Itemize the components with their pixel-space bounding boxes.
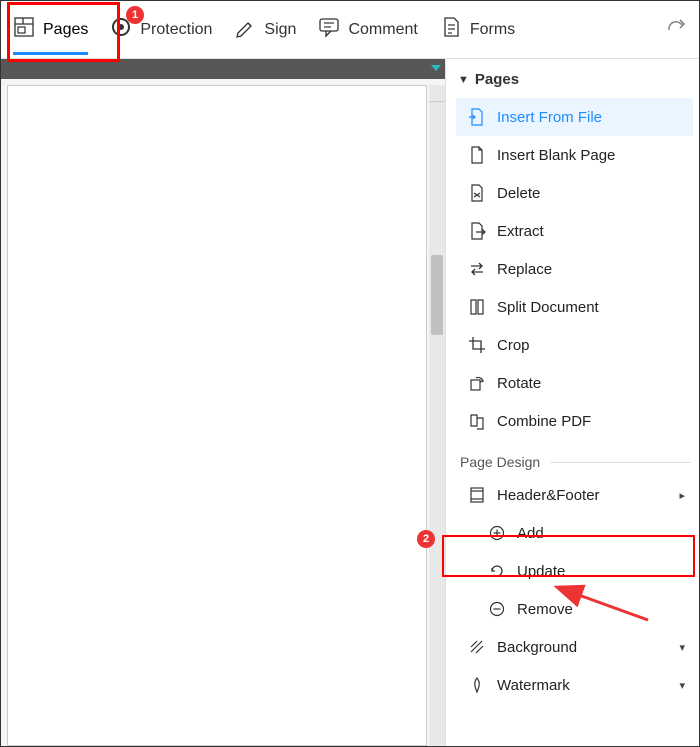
menu-extract[interactable]: Extract: [456, 212, 693, 250]
menu-crop[interactable]: Crop: [456, 326, 693, 364]
menu-insert-from-file[interactable]: Insert From File: [456, 98, 693, 136]
tab-forms-label: Forms: [470, 21, 515, 39]
rotate-icon: [468, 374, 486, 392]
redo-icon: [665, 16, 687, 43]
submenu-label: Add: [517, 525, 544, 542]
chevron-down-icon: ▼: [458, 74, 469, 86]
insert-file-icon: [468, 108, 486, 126]
scrollbar-vertical[interactable]: [429, 85, 445, 746]
chevron-down-icon: ▾: [679, 679, 685, 692]
tab-comment[interactable]: Comment: [318, 16, 417, 43]
menu-label: Split Document: [497, 299, 599, 316]
replace-icon: [468, 260, 486, 278]
menu-split[interactable]: Split Document: [456, 288, 693, 326]
watermark-icon: [468, 676, 486, 694]
tab-protection-label: Protection: [140, 21, 212, 39]
remove-icon: [488, 600, 506, 618]
document-viewport: [1, 79, 445, 746]
panel-title: Pages: [475, 71, 519, 88]
section-page-design: Page Design: [456, 440, 693, 476]
split-icon: [468, 298, 486, 316]
menu-rotate[interactable]: Rotate: [456, 364, 693, 402]
menu-combine[interactable]: Combine PDF: [456, 402, 693, 440]
menu-watermark[interactable]: Watermark ▾: [456, 666, 693, 704]
redo-button[interactable]: [665, 16, 687, 43]
update-icon: [488, 562, 506, 580]
tab-protection[interactable]: Protection: [110, 16, 212, 43]
document-tabbar[interactable]: [1, 59, 445, 79]
tab-forms[interactable]: Forms: [440, 16, 515, 43]
tab-sign[interactable]: Sign: [234, 16, 296, 43]
menu-label: Combine PDF: [497, 413, 591, 430]
blank-page-icon: [468, 146, 486, 164]
menu-background[interactable]: Background ▾: [456, 628, 693, 666]
menu-label: Extract: [497, 223, 544, 240]
comment-icon: [318, 16, 340, 43]
menu-label: Rotate: [497, 375, 541, 392]
tab-sign-label: Sign: [264, 21, 296, 39]
tab-pages[interactable]: Pages: [13, 16, 88, 43]
sign-icon: [234, 16, 256, 43]
submenu-label: Remove: [517, 601, 573, 618]
document-page[interactable]: [7, 85, 427, 746]
side-panel-pages: ▼ Pages Insert From File Insert Blank Pa…: [445, 59, 699, 746]
annotation-badge-1: 1: [126, 6, 144, 24]
menu-label: Delete: [497, 185, 540, 202]
menu-delete[interactable]: Delete: [456, 174, 693, 212]
combine-icon: [468, 412, 486, 430]
background-icon: [468, 638, 486, 656]
annotation-badge-2: 2: [417, 530, 435, 548]
delete-icon: [468, 184, 486, 202]
submenu-remove[interactable]: Remove: [456, 590, 693, 628]
forms-icon: [440, 16, 462, 43]
add-icon: [488, 524, 506, 542]
caret-right-icon: ▸: [679, 489, 685, 502]
submenu-label: Update: [517, 563, 565, 580]
header-footer-icon: [468, 486, 486, 504]
menu-label: Insert Blank Page: [497, 147, 615, 164]
tab-pages-label: Pages: [43, 21, 88, 39]
submenu-add[interactable]: Add: [456, 514, 693, 552]
menu-label: Watermark: [497, 677, 570, 694]
tab-comment-label: Comment: [348, 21, 417, 39]
menu-replace[interactable]: Replace: [456, 250, 693, 288]
menu-label: Replace: [497, 261, 552, 278]
menu-insert-blank[interactable]: Insert Blank Page: [456, 136, 693, 174]
menu-label: Insert From File: [497, 109, 602, 126]
chevron-down-icon: ▾: [679, 641, 685, 654]
menu-label: Crop: [497, 337, 530, 354]
panel-header[interactable]: ▼ Pages: [456, 67, 693, 98]
extract-icon: [468, 222, 486, 240]
crop-icon: [468, 336, 486, 354]
menu-label: Header&Footer: [497, 487, 600, 504]
menu-header-footer[interactable]: Header&Footer ▸: [456, 476, 693, 514]
pages-icon: [13, 16, 35, 43]
main-toolbar: Pages Protection Sign Comment Forms: [1, 1, 699, 59]
menu-label: Background: [497, 639, 577, 656]
document-area: [1, 59, 445, 746]
submenu-update[interactable]: Update: [456, 552, 693, 590]
